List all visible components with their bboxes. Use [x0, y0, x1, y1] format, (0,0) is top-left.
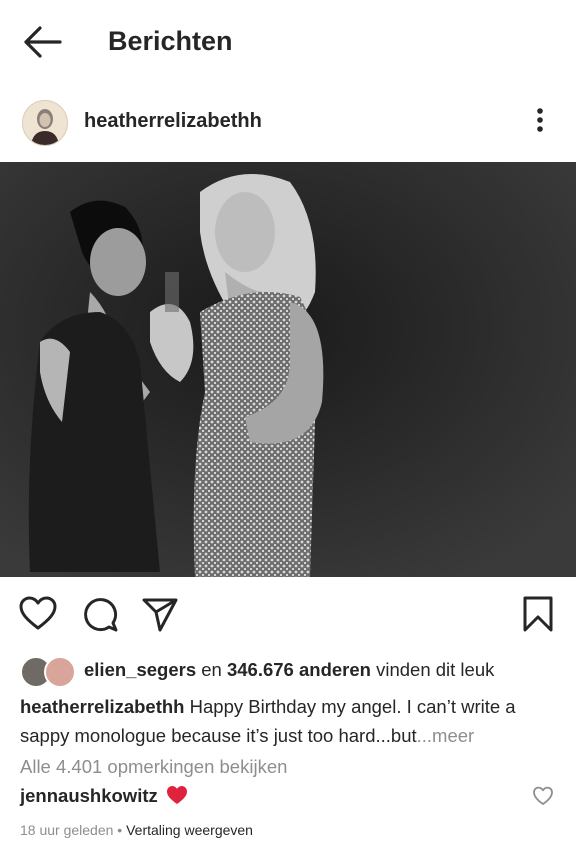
view-all-comments[interactable]: Alle 4.401 opmerkingen bekijken — [20, 756, 287, 778]
post-image — [0, 162, 576, 577]
page-title: Berichten — [108, 26, 233, 56]
likes-others[interactable]: 346.676 anderen — [227, 659, 371, 680]
comment-username[interactable]: jennaushkowitz — [20, 785, 158, 806]
avatar[interactable] — [22, 100, 68, 146]
post-time: 18 uur geleden — [20, 822, 114, 838]
liker-avatar — [44, 656, 76, 688]
more-options-icon[interactable] — [526, 104, 554, 136]
meta-separator: • — [113, 822, 127, 838]
post-meta: 18 uur geleden • Vertaling weergeven — [20, 822, 253, 838]
likes-text: elien_segers en 346.676 anderen vinden d… — [84, 659, 494, 681]
likes-row[interactable]: elien_segers en 346.676 anderen vinden d… — [20, 654, 560, 688]
heart-icon[interactable] — [18, 594, 58, 634]
send-icon[interactable] — [140, 594, 180, 634]
comment-row: jennaushkowitz — [20, 785, 560, 815]
post-photo[interactable] — [0, 162, 576, 577]
likes-connector: en — [196, 659, 227, 680]
caption-username[interactable]: heatherrelizabethh — [20, 696, 185, 717]
arrow-left-icon[interactable] — [20, 24, 64, 60]
top-bar: Berichten — [0, 0, 576, 84]
caption-more-link[interactable]: ...meer — [417, 725, 475, 746]
translate-link[interactable]: Vertaling weergeven — [126, 822, 253, 838]
action-bar — [0, 590, 576, 640]
first-liker[interactable]: elien_segers — [84, 659, 196, 680]
likes-suffix: vinden dit leuk — [370, 659, 495, 680]
red-heart-emoji-icon — [167, 786, 188, 804]
avatar-portrait — [23, 101, 67, 145]
post-caption: heatherrelizabethh Happy Birthday my ang… — [20, 692, 560, 750]
comment-icon[interactable] — [80, 594, 120, 634]
post-header: heatherrelizabethh — [0, 96, 576, 156]
comment-heart-icon[interactable] — [532, 785, 554, 807]
bookmark-icon[interactable] — [518, 594, 558, 634]
post-username[interactable]: heatherrelizabethh — [84, 110, 262, 133]
